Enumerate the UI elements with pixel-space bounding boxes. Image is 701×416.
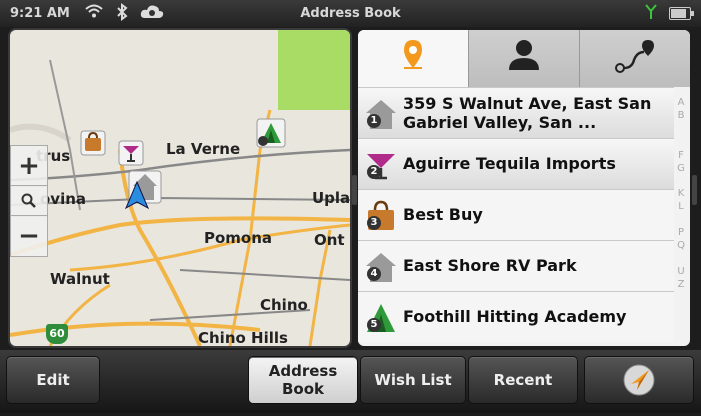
alpha-index-letter[interactable] bbox=[674, 253, 688, 266]
alpha-index-letter[interactable]: U bbox=[674, 266, 688, 279]
tent-icon: 5 bbox=[364, 301, 398, 335]
zoom-out-button[interactable]: − bbox=[10, 215, 48, 257]
alpha-index-letter[interactable]: G bbox=[674, 163, 688, 176]
list-item-label: Foothill Hitting Academy bbox=[403, 307, 627, 326]
alpha-index-letter[interactable]: Q bbox=[674, 240, 688, 253]
alphabet-index[interactable]: A B F G K L P Q U Z bbox=[674, 87, 688, 346]
alpha-index-letter[interactable]: Z bbox=[674, 279, 688, 292]
home-icon: 1 bbox=[364, 97, 398, 131]
recent-button[interactable]: Recent bbox=[468, 356, 578, 404]
tab-routes[interactable] bbox=[580, 30, 690, 87]
list-item[interactable]: 1 359 S Walnut Ave, East San Gabriel Val… bbox=[358, 87, 674, 138]
alpha-index-letter[interactable]: B bbox=[674, 110, 688, 123]
home-icon: 4 bbox=[364, 250, 398, 284]
tab-bar bbox=[358, 30, 690, 87]
map-view[interactable]: trus La Verne ovina Upla Pomona Ont Waln… bbox=[10, 30, 350, 346]
highway-shield-icon: 60 bbox=[46, 324, 68, 344]
cocktail-icon[interactable] bbox=[118, 140, 144, 166]
list-item[interactable]: 4 East Shore RV Park bbox=[358, 240, 674, 291]
list-item[interactable]: 5 Foothill Hitting Academy bbox=[358, 291, 674, 342]
signal-icon bbox=[645, 4, 657, 24]
map-label-chino-hills: Chino Hills bbox=[198, 329, 288, 346]
list-item-label: East Shore RV Park bbox=[403, 256, 577, 275]
map-label-pomona: Pomona bbox=[204, 229, 273, 247]
edit-button[interactable]: Edit bbox=[6, 356, 100, 404]
navigate-button[interactable] bbox=[584, 356, 694, 404]
panel-resize-handle-left[interactable] bbox=[352, 175, 357, 205]
location-pin-icon bbox=[404, 40, 422, 69]
map-label-upland: Upla bbox=[312, 189, 350, 207]
list-item-label: 359 S Walnut Ave, East San Gabriel Valle… bbox=[403, 94, 652, 132]
alpha-index-letter[interactable]: A bbox=[674, 97, 688, 110]
tab-places[interactable] bbox=[358, 30, 469, 87]
alpha-index-letter[interactable] bbox=[674, 175, 688, 188]
cocktail-icon: 2 bbox=[364, 148, 398, 182]
list-item-label: Best Buy bbox=[403, 205, 483, 224]
tab-contacts[interactable] bbox=[469, 30, 580, 87]
address-book-button[interactable]: Address Book bbox=[248, 356, 358, 404]
map-label-chino: Chino bbox=[260, 296, 308, 314]
shopping-bag-icon[interactable] bbox=[80, 130, 106, 156]
map-label-ontario: Ont bbox=[314, 231, 345, 249]
panel-resize-handle-right[interactable] bbox=[692, 175, 697, 205]
current-location-arrow-icon bbox=[124, 180, 150, 210]
alpha-index-letter[interactable] bbox=[674, 214, 688, 227]
tent-icon[interactable] bbox=[256, 118, 286, 148]
alpha-index-letter[interactable]: P bbox=[674, 227, 688, 240]
list-item[interactable]: 2 Aguirre Tequila Imports bbox=[358, 138, 674, 189]
alpha-index-letter[interactable]: F bbox=[674, 150, 688, 163]
battery-icon bbox=[669, 7, 694, 20]
map-label-la-verne: La Verne bbox=[166, 140, 241, 158]
list-item[interactable]: 3 Best Buy bbox=[358, 189, 674, 240]
alpha-index-letter[interactable]: K bbox=[674, 188, 688, 201]
wish-list-button[interactable]: Wish List bbox=[360, 356, 466, 404]
person-icon bbox=[509, 40, 539, 70]
list-item-label: Aguirre Tequila Imports bbox=[403, 154, 616, 173]
route-icon bbox=[615, 40, 654, 73]
alpha-index-letter[interactable]: L bbox=[674, 201, 688, 214]
map-label-walnut: Walnut bbox=[50, 270, 110, 288]
shopping-bag-icon: 3 bbox=[364, 199, 398, 233]
alpha-index-letter[interactable] bbox=[674, 123, 688, 136]
zoom-search-button[interactable] bbox=[10, 185, 48, 217]
window-title: Address Book bbox=[300, 6, 401, 21]
compass-arrow-icon bbox=[623, 364, 655, 396]
status-bar: 9:21 AM Address Book bbox=[0, 0, 701, 27]
zoom-in-button[interactable]: + bbox=[10, 145, 48, 187]
address-book-label-line1: Address bbox=[268, 362, 338, 380]
address-book-label-line2: Book bbox=[281, 380, 325, 398]
address-book-panel: 1 359 S Walnut Ave, East San Gabriel Val… bbox=[358, 30, 690, 346]
